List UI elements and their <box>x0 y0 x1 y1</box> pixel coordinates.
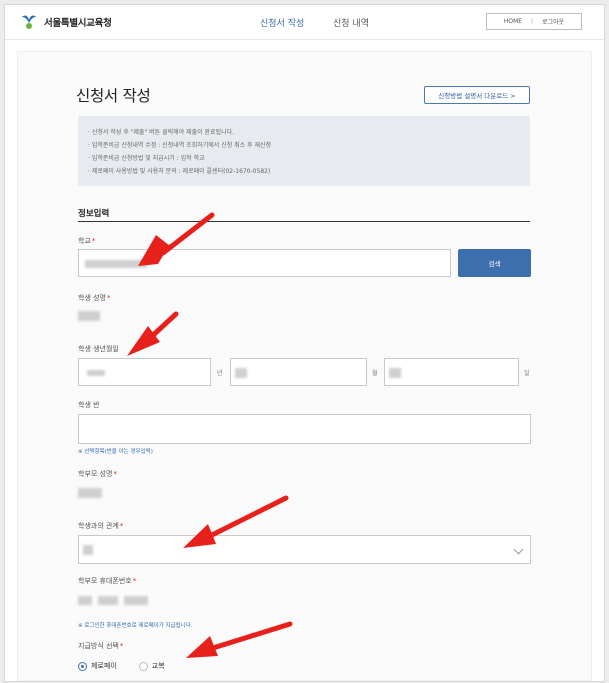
school-search-button[interactable]: 검색 <box>458 249 531 277</box>
section-divider <box>78 221 530 222</box>
radio-zeropay[interactable] <box>78 661 87 671</box>
seoul-education-logo-icon <box>22 15 36 29</box>
class-hint: ※ 선택항목(반을 아는 경우입력) <box>78 449 153 455</box>
birth-year-input[interactable] <box>78 358 211 386</box>
payment-options: 제로페이 교복 <box>78 661 165 671</box>
month-unit: 월 <box>372 370 378 377</box>
notice-line: · 입학준비금 신청내역 수정 : 신청내역 조회하기에서 신청 취소 후 재신… <box>88 142 272 149</box>
redacted-birth-month <box>235 368 247 378</box>
day-unit: 일 <box>524 370 530 377</box>
notice-line: · 입학준비금 신청방법 및 지급시기 : 입학 학교 <box>88 155 205 162</box>
school-label: 학교* <box>78 237 96 245</box>
required-mark: * <box>132 577 137 585</box>
zeropay-label[interactable]: 제로페이 <box>91 661 117 671</box>
redacted-school-value <box>85 260 147 268</box>
tab-application-history[interactable]: 신청 내역 <box>333 16 369 29</box>
guide-download-button[interactable]: 신청방법 설명서 다운로드 > <box>424 86 530 104</box>
required-mark: * <box>113 470 117 478</box>
birthdate-label: 학생 생년월일 <box>78 345 119 353</box>
radio-uniform[interactable] <box>138 661 148 671</box>
uniform-label[interactable]: 교복 <box>152 661 165 671</box>
student-name-label: 학생 성명* <box>78 294 111 302</box>
relation-select[interactable] <box>78 535 531 564</box>
home-link[interactable]: HOME <box>504 18 522 25</box>
redacted-relation-value <box>83 545 93 555</box>
tab-write-application[interactable]: 신청서 작성 <box>260 16 304 29</box>
redacted-phone-part <box>124 596 148 605</box>
notice-line: · 제로페이 사용방법 및 사용처 문의 : 제로페이 콜센터(02-1670-… <box>88 168 271 175</box>
payment-label: 지급방식 선택* <box>78 642 124 650</box>
required-mark: * <box>119 642 124 650</box>
page-title: 신청서 작성 <box>76 87 151 105</box>
relation-label: 학생과의 관계* <box>78 522 124 530</box>
class-label: 학생 반 <box>78 401 100 409</box>
notice-line: · 신청서 작성 후 "제출" 버튼 클릭해야 제출이 완료됩니다. <box>88 129 235 136</box>
birth-month-input[interactable] <box>230 358 367 386</box>
logo[interactable]: 서울특별시교육청 <box>19 14 112 30</box>
logo-text: 서울특별시교육청 <box>44 18 112 29</box>
notice-box: · 신청서 작성 후 "제출" 버튼 클릭해야 제출이 완료됩니다. · 입학준… <box>78 116 530 186</box>
class-input[interactable] <box>78 414 531 444</box>
phone-hint: ※ 로그인한 휴대폰번호로 제로페이가 지급됩니다. <box>78 623 193 629</box>
parent-name-label: 학부모 성명* <box>78 470 117 478</box>
redacted-phone-part <box>98 596 118 605</box>
required-mark: * <box>91 237 96 245</box>
utility-links: HOME | 로그아웃 <box>486 13 582 30</box>
redacted-parent-name <box>78 488 102 498</box>
birth-day-input[interactable] <box>384 358 519 386</box>
redacted-phone-part <box>78 596 92 605</box>
phone-label: 학부모 휴대폰번호* <box>78 577 137 585</box>
util-divider: | <box>531 18 534 25</box>
required-mark: * <box>107 294 111 302</box>
school-input[interactable] <box>78 249 451 277</box>
top-header: 서울특별시교육청 신청서 작성 신청 내역 HOME | 로그아웃 <box>5 5 604 40</box>
year-unit: 년 <box>217 370 223 377</box>
required-mark: * <box>119 522 124 530</box>
section-title: 정보입력 <box>78 209 110 219</box>
redacted-birth-year <box>87 370 105 376</box>
logout-link[interactable]: 로그아웃 <box>542 17 564 26</box>
redacted-birth-day <box>389 368 401 378</box>
redacted-student-name <box>78 311 100 321</box>
